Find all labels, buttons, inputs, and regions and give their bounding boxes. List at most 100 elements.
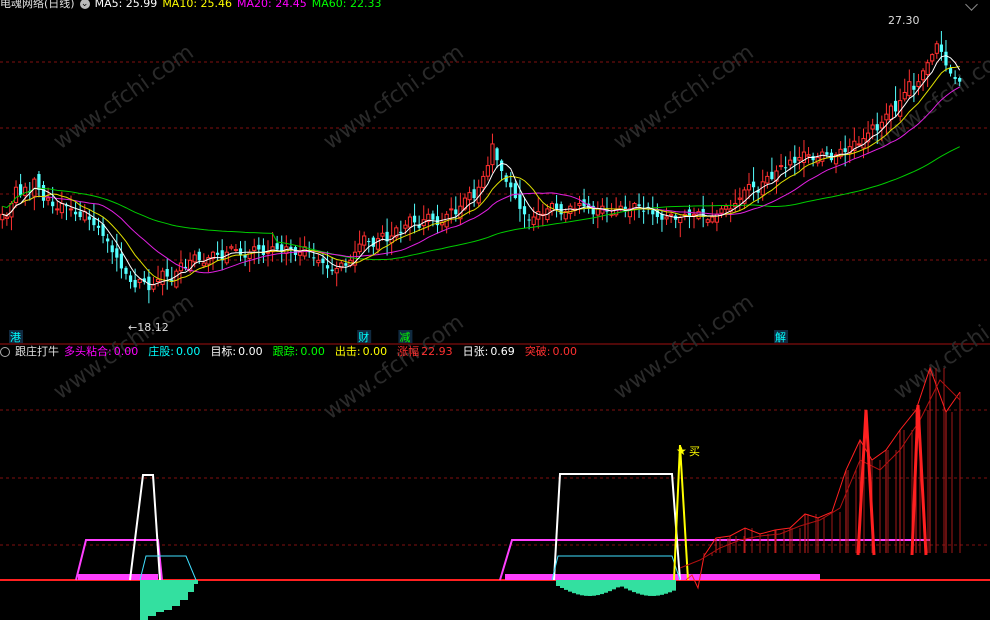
indicator-header: 跟庄打牛 多头粘合: 0.00 庄股: 0.00 目标: 0.00 跟踪: 0.00 出击: 0.0… [0,345,592,359]
candle-body [746,184,752,191]
candle-body [252,246,257,251]
candle-body [165,269,169,277]
ma10-line [2,66,960,282]
event-marker: 港 [10,331,21,344]
candle-body [59,202,64,214]
candle-body [257,244,261,250]
watermark: www.cfchi.com [609,40,758,155]
candle-body [902,92,907,100]
candle-body [778,165,784,168]
candle-body [568,205,573,214]
candle-body [765,175,770,184]
candle-body [651,210,655,215]
candle-body [888,105,894,121]
candle-body [215,252,220,255]
candle-body [362,235,367,246]
candle-body [128,275,133,282]
tracking-bar [564,580,568,590]
tracking-bar [568,580,572,592]
tracking-bar [624,580,628,589]
indicator-legend-label: 目标: [210,345,237,358]
candle-body [893,100,898,112]
tracking-bar [620,580,624,587]
candle-body [953,77,957,79]
candle-body [549,202,555,212]
tracking-bar [580,580,584,596]
candle-body [595,208,600,216]
candle-body [449,208,454,211]
candle-body [151,284,156,290]
indicator-legend-item: 多头粘合: 0.00 [64,345,143,358]
candle-body [137,278,142,283]
attack-line [673,444,689,581]
candle-body [238,248,243,255]
candle-body [55,208,60,211]
candle-body [531,216,536,225]
candle-body [875,124,879,131]
candle-body [495,148,499,161]
ma-legend-item: MA5: 25.99 [94,0,158,10]
candle-body [925,62,930,76]
indicator-legend-label: 跟踪: [272,345,299,358]
candle-body [399,231,403,234]
indicator-legend-item: 突破: 0.00 [525,345,582,358]
settings-circle-icon[interactable]: ⌄ [79,0,90,9]
candle-body [407,216,413,228]
candle-body [500,160,504,171]
indicator-legend-label: 多头粘合: [64,345,112,358]
candle-body [229,246,234,249]
tracking-bar [172,580,180,606]
tracking-bar [576,580,580,595]
candle-body [884,113,889,121]
candle-body [879,121,884,129]
candle-body [68,208,74,211]
candle-body [431,213,435,220]
indicator-settings-icon[interactable] [0,347,10,357]
candle-body [513,183,517,199]
tracking-bar [632,580,636,593]
candle-body [41,185,46,201]
candle-body [115,248,119,258]
tracking-bar [652,580,656,596]
tracking-bar [672,580,676,591]
candle-body [930,54,935,62]
candle-body [325,265,330,269]
candle-body [73,211,78,215]
candle-body [522,206,527,215]
candle-body [536,211,541,220]
indicator-legend-item: 出击: 0.00 [335,345,392,358]
indicator-legend-value: 0.00 [175,345,201,358]
candle-body [32,178,37,197]
candle-body [719,208,724,214]
candle-body [664,216,669,220]
candle-body [316,259,321,264]
event-marker: 减 [399,331,410,344]
tracking-bar [640,580,644,595]
tracking-bar [140,580,148,620]
candle-body [13,186,19,204]
candle-body [467,192,472,201]
candle-body [898,100,903,117]
candle-body [23,186,28,196]
candle-body [770,171,774,180]
candle-body [412,215,417,223]
tracking-bar [592,580,596,596]
ma-legend-item: MA10: 25.46 [162,0,233,10]
indicator-legend-value: 0.00 [113,345,139,358]
candle-body [82,211,87,221]
candle-body [784,167,788,169]
candle-body [843,148,847,153]
indicator-name: 跟庄打牛 [15,345,59,358]
candle-body [518,194,522,209]
indicator-legend-item: 涨幅 22.93 [397,345,458,358]
indicator-legend: 多头粘合: 0.00 庄股: 0.00 目标: 0.00 跟踪: 0.00 出击: 0.00 涨幅 2… [64,345,587,358]
candle-body [261,245,266,255]
indicator-legend-label: 突破: [524,345,551,358]
candle-body [297,251,303,256]
indicator-legend-item: 庄股: 0.00 [148,345,205,358]
breakthrough-spike [910,404,928,556]
candle-body [509,182,513,188]
candle-body [751,181,756,188]
candle-body [939,44,943,52]
candle-body [907,81,912,97]
